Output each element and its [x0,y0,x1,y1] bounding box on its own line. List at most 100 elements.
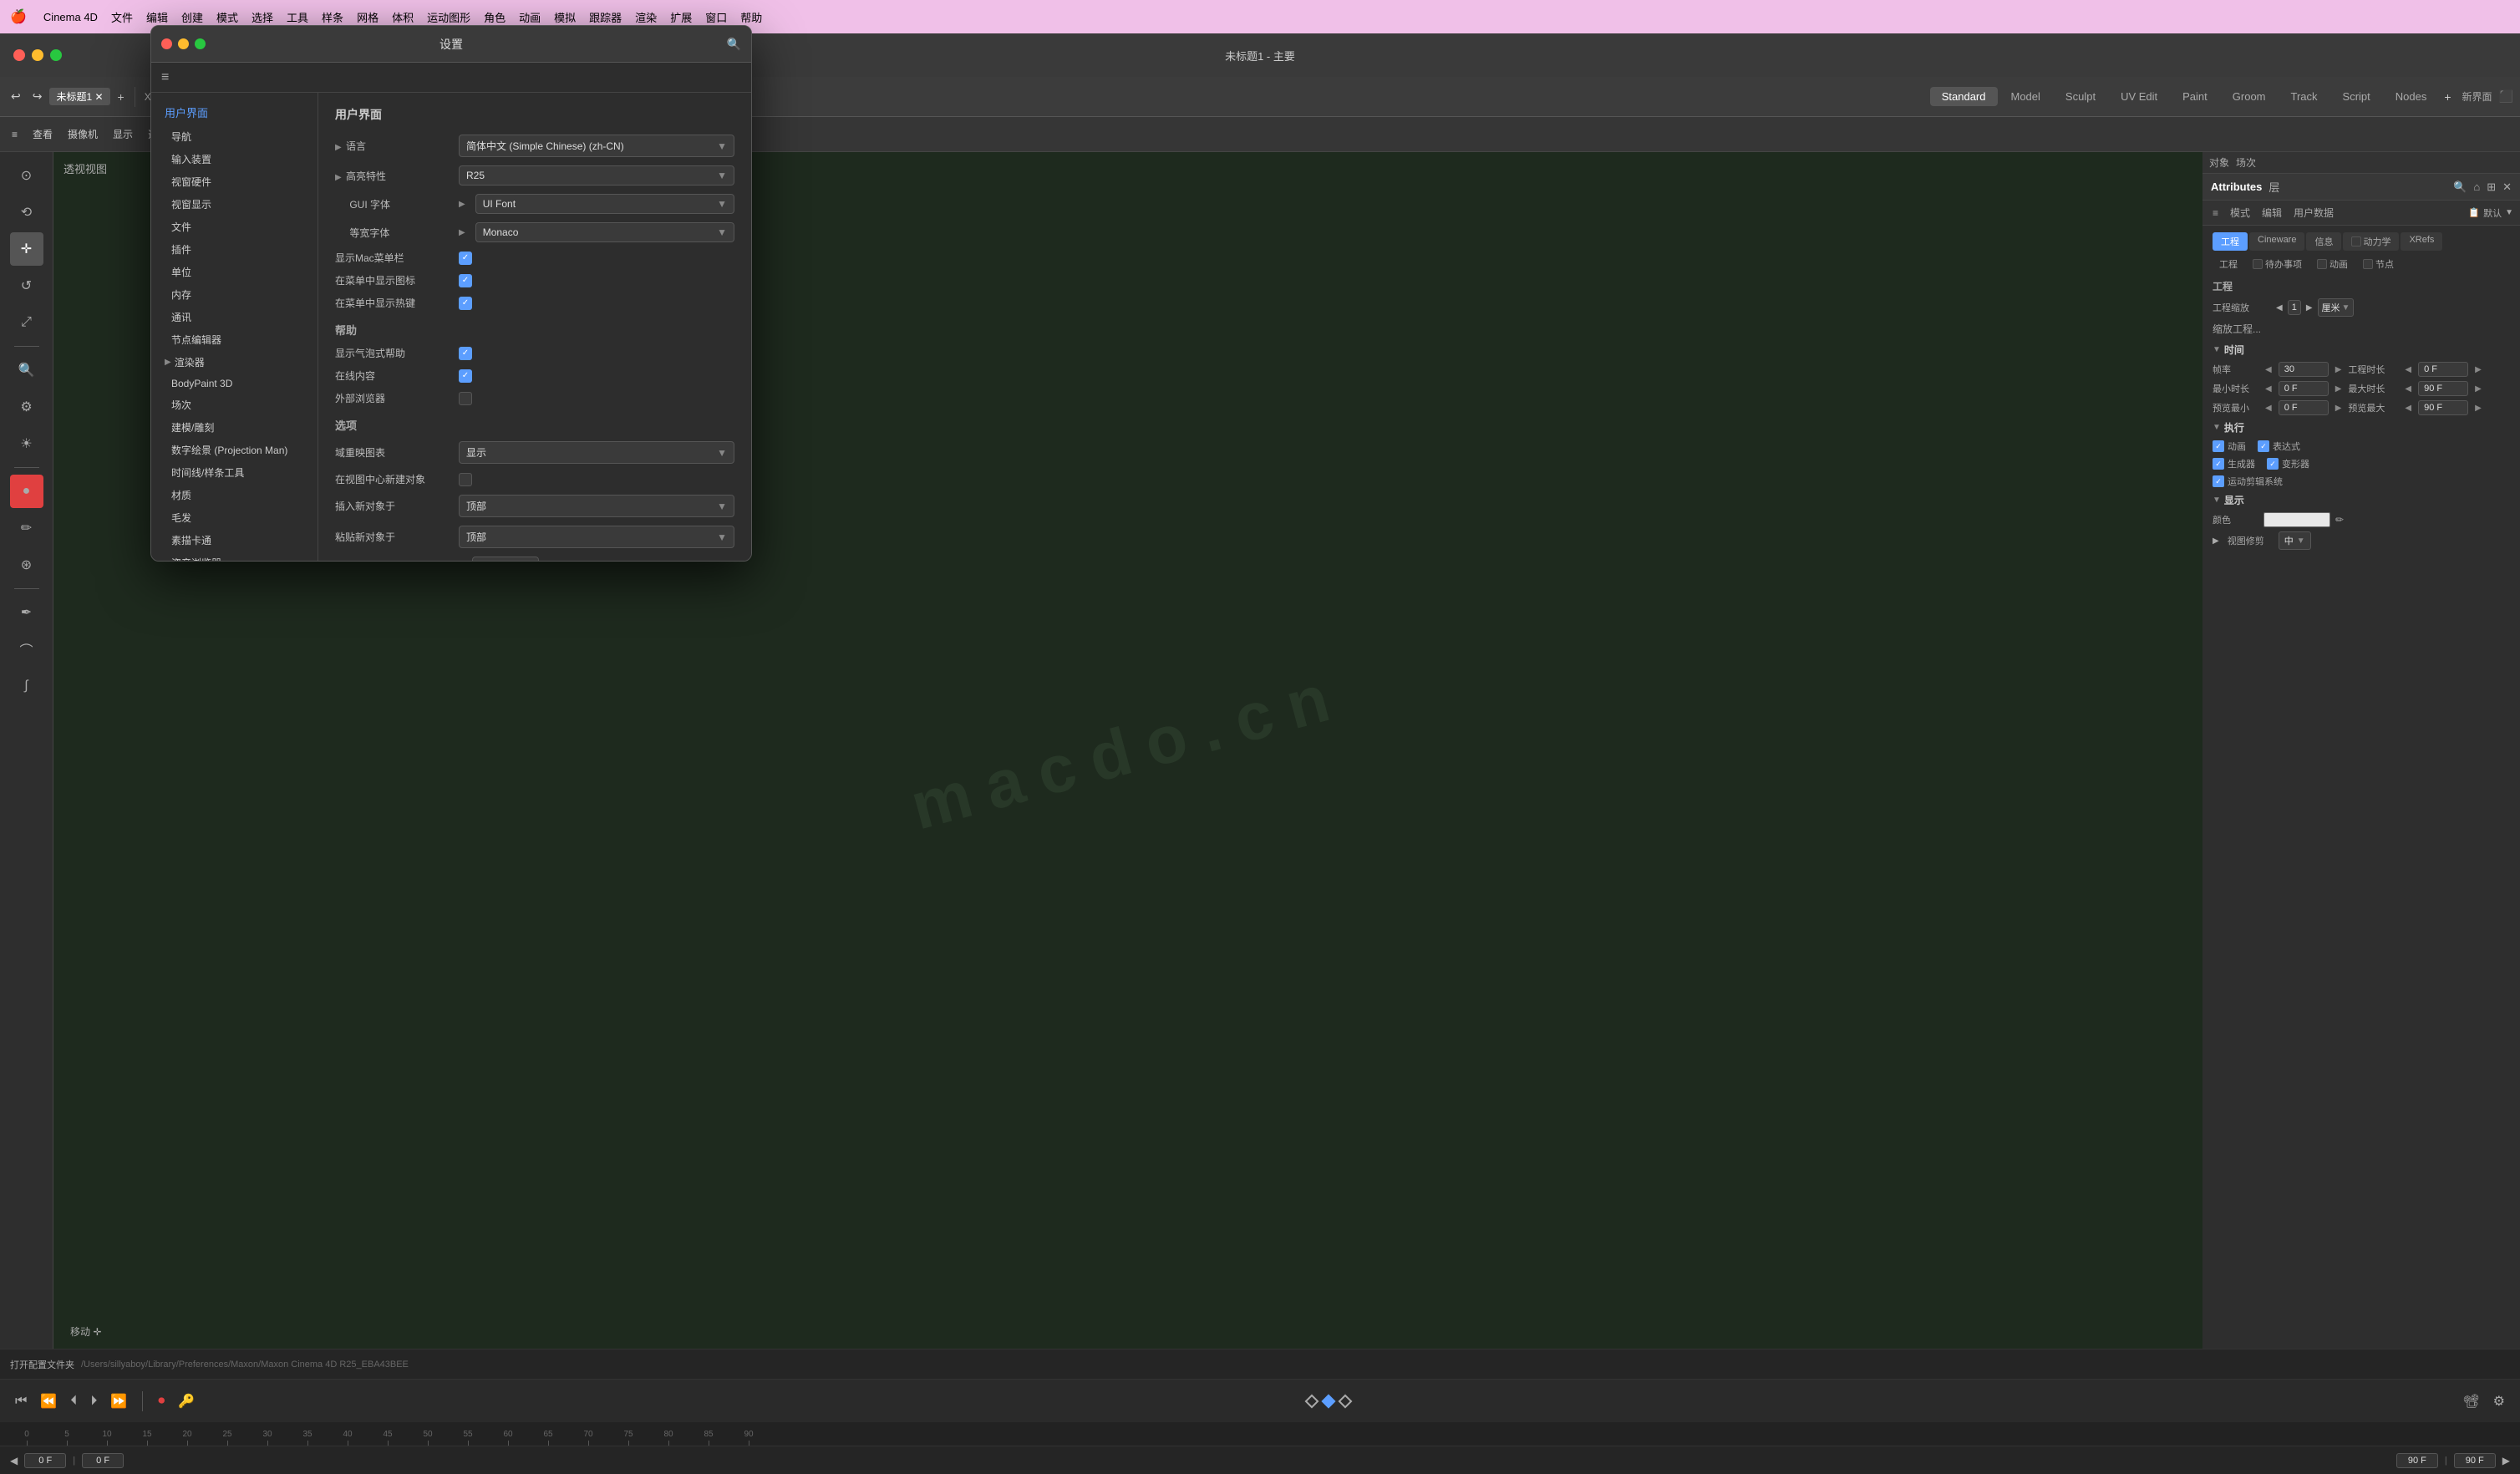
minimize-button[interactable] [32,49,43,61]
sidebar-input-device[interactable]: 输入装置 [151,148,318,170]
sidebar-units[interactable]: 单位 [151,261,318,283]
sidebar-files[interactable]: 文件 [151,216,318,238]
fps-arrow-left[interactable]: ◀ [2265,365,2272,374]
menu-tracker[interactable]: 跟踪器 [589,9,622,25]
move-tool[interactable]: ⟲ [10,196,43,229]
search-tool[interactable]: 🔍 [10,353,43,387]
menu-render[interactable]: 渲染 [635,9,657,25]
tab-info[interactable]: 信息 [2306,232,2341,251]
center-obj-checkbox[interactable] [459,473,472,486]
attr-userdata-btn[interactable]: 用户数据 [2290,204,2337,221]
online-checkbox[interactable]: ✓ [459,369,472,383]
sidebar-viewport-display[interactable]: 视窗显示 [151,193,318,216]
sidebar-scene[interactable]: 场次 [151,394,318,416]
sidebar-hair[interactable]: 毛发 [151,506,318,529]
mac-menu-checkbox[interactable]: ✓ [459,252,472,265]
menu-character[interactable]: 角色 [484,9,506,25]
viewport-display[interactable]: 显示 [108,125,138,143]
view-trim-expand-arrow[interactable]: ▶ [2213,536,2219,546]
time-end-display[interactable]: 90 F [2396,1453,2438,1468]
key-next[interactable] [1339,1394,1353,1408]
sidebar-digital-drawing[interactable]: 数字绘景 (Projection Man) [151,439,318,461]
menu-extension[interactable]: 扩展 [670,9,692,25]
exec-style-check[interactable]: ✓ [2258,440,2269,452]
sidebar-material[interactable]: 材质 [151,484,318,506]
show-hotkey-checkbox[interactable]: ✓ [459,297,472,310]
preview-min-field[interactable]: 0 F [2279,400,2329,415]
sidebar-sketch[interactable]: 素描卡通 [151,529,318,551]
transform-tool[interactable]: ✛ [10,232,43,266]
maximize-button[interactable] [50,49,62,61]
tab-sculpt[interactable]: Sculpt [2054,87,2107,106]
dialog-search-icon[interactable]: 🔍 [727,37,741,51]
tab-track[interactable]: Track [2279,87,2329,106]
camera-tool[interactable]: ⚙ [10,390,43,424]
record-btn[interactable]: ⏺ [153,1390,170,1412]
sidebar-viewport-hardware[interactable]: 视窗硬件 [151,170,318,193]
paste-new-select[interactable]: 顶部 ▼ [459,526,734,548]
mono-font-select[interactable]: Monaco ▼ [475,222,734,242]
project-dropdown-label[interactable]: 默认 [2483,206,2502,220]
language-select[interactable]: 简体中文 (Simple Chinese) (zh-CN) ▼ [459,135,734,157]
hl-expand-arrow[interactable]: ▶ [335,173,342,182]
highlight-select[interactable]: R25 ▼ [459,165,734,186]
sidebar-communication[interactable]: 通讯 [151,306,318,328]
domain-map-select[interactable]: 显示 ▼ [459,441,734,464]
attr-limit-field[interactable]: 10000 [472,557,539,561]
pen-tool[interactable]: ✒ [10,596,43,629]
ext-browser-checkbox[interactable] [459,392,472,405]
time-mid-display[interactable]: 0 F [82,1453,124,1468]
viewport-menu-btn[interactable]: ≡ [7,127,23,142]
exec-motion-check[interactable]: ✓ [2213,475,2224,487]
gui-font-select[interactable]: UI Font ▼ [475,194,734,214]
tab-script[interactable]: Script [2331,87,2382,106]
menu-volume[interactable]: 体积 [392,9,414,25]
scale-project-btn[interactable]: 缩放工程... [2213,323,2261,335]
insert-new-select[interactable]: 顶部 ▼ [459,495,734,517]
transport-prev-key[interactable]: ⏪ [35,1390,62,1413]
menu-spline[interactable]: 样条 [322,9,343,25]
sidebar-node-editor[interactable]: 节点编辑器 [151,328,318,351]
light-tool[interactable]: ☀ [10,427,43,460]
new-interface-btn[interactable]: 新界面 [2457,89,2497,104]
show-icon-checkbox[interactable]: ✓ [459,274,472,287]
tab-nodes[interactable]: Nodes [2384,87,2439,106]
transport-next-frame[interactable]: ⏩ [105,1390,132,1413]
subtab-todo[interactable]: 待办事项 [2246,256,2309,272]
sidebar-plugins[interactable]: 插件 [151,238,318,261]
menu-cinema4d[interactable]: Cinema 4D [43,11,98,23]
menu-select[interactable]: 选择 [251,9,273,25]
doc-tab[interactable]: 未标题1 ✕ [49,88,109,105]
total-field[interactable]: 0 F [2418,362,2468,377]
scale-field[interactable]: 1 [2288,300,2301,315]
menu-help[interactable]: 帮助 [740,9,762,25]
dialog-close-btn[interactable] [161,38,172,49]
fps-field[interactable]: 30 [2279,362,2329,377]
time-current-display[interactable]: 0 F [24,1453,66,1468]
motion-clip-btn[interactable]: 📽 [2457,1390,2484,1413]
attr-search-icon[interactable]: 🔍 [2453,180,2467,194]
rotate-tool[interactable]: ↺ [10,269,43,302]
menu-window[interactable]: 窗口 [705,9,727,25]
bezier-tool[interactable]: ∫ [10,669,43,703]
paint-tool[interactable]: ✏ [10,511,43,545]
subtab-project[interactable]: 工程 [2213,256,2244,272]
menu-edit[interactable]: 编辑 [146,9,168,25]
total-arrow-right[interactable]: ▶ [2475,365,2482,374]
lang-expand-arrow[interactable]: ▶ [335,143,342,152]
color-swatch[interactable] [2263,512,2330,527]
sidebar-renderer-group[interactable]: ▶ 渲染器 [151,351,318,374]
sidebar-navigation[interactable]: 导航 [151,125,318,148]
transport-play[interactable]: ⏵ [85,1390,102,1412]
unit-select[interactable]: 厘米 ▼ [2318,298,2355,317]
sidebar-memory[interactable]: 内存 [151,283,318,306]
sidebar-timeline[interactable]: 时间线/样条工具 [151,461,318,484]
min-arrow-right[interactable]: ▶ [2335,384,2342,394]
menu-mograph[interactable]: 运动图形 [427,9,470,25]
pmin-arrow-right[interactable]: ▶ [2335,404,2342,413]
dialog-minimize-btn[interactable] [178,38,189,49]
toggle-switch[interactable]: ⬛ [2499,89,2513,104]
auto-key-btn[interactable]: 🔑 [173,1390,200,1413]
tab-paint[interactable]: Paint [2171,87,2219,106]
tab-groom[interactable]: Groom [2221,87,2278,106]
